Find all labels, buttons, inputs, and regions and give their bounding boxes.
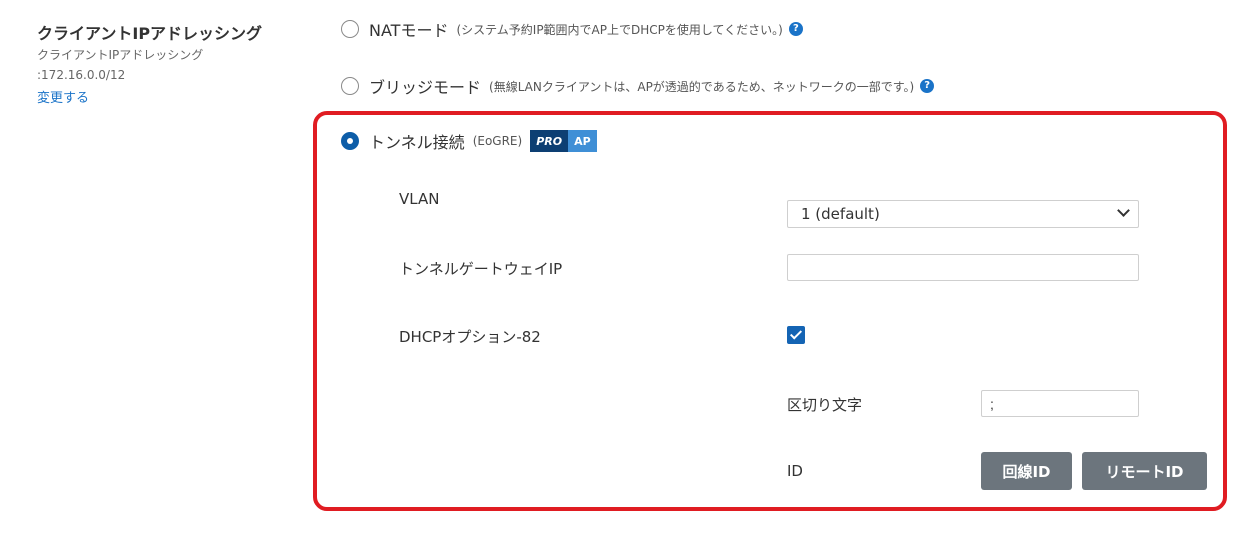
question-circle-icon[interactable]: ? bbox=[920, 79, 935, 93]
badge-ap: AP bbox=[568, 130, 597, 152]
nat-mode-label: NATモード bbox=[369, 21, 449, 40]
nat-mode-option[interactable]: NATモード (システム予約IP範囲内でAP上でDHCPを使用してください。) … bbox=[341, 17, 803, 41]
change-link[interactable]: 変更する bbox=[37, 87, 89, 106]
tunnel-mode-option[interactable]: トンネル接続 (EoGRE) PRO AP bbox=[341, 129, 597, 153]
vlan-label: VLAN bbox=[399, 190, 440, 208]
nat-mode-radio[interactable] bbox=[341, 20, 359, 38]
delimiter-label: 区切り文字 bbox=[787, 396, 863, 414]
bridge-mode-label: ブリッジモード bbox=[369, 78, 482, 97]
vlan-select[interactable]: 1 (default) bbox=[787, 200, 1139, 228]
setting-description-line2: :172.16.0.0/12 bbox=[37, 68, 126, 82]
tunnel-mode-radio[interactable] bbox=[341, 132, 359, 150]
client-ip-settings-panel: クライアントIPアドレッシング クライアントIPアドレッシング :172.16.… bbox=[0, 0, 1258, 535]
id-label: ID bbox=[787, 462, 803, 480]
remote-id-button[interactable]: リモートID bbox=[1082, 452, 1207, 490]
vlan-select-value: 1 (default) bbox=[801, 205, 880, 223]
dhcp-option82-checkbox[interactable] bbox=[787, 326, 805, 344]
circuit-id-button[interactable]: 回線ID bbox=[981, 452, 1072, 490]
bridge-mode-option[interactable]: ブリッジモード (無線LANクライアントは、APが透過的であるため、ネットワーク… bbox=[341, 74, 935, 98]
tunnel-highlight-box bbox=[313, 111, 1227, 511]
question-circle-icon[interactable]: ? bbox=[788, 22, 803, 36]
gateway-ip-label: トンネルゲートウェイIP bbox=[399, 260, 563, 278]
setting-description-line1: クライアントIPアドレッシング bbox=[37, 48, 204, 62]
pro-ap-badge: PRO AP bbox=[530, 130, 597, 152]
badge-pro: PRO bbox=[530, 130, 569, 152]
chevron-down-icon bbox=[1117, 204, 1130, 217]
bridge-mode-note: (無線LANクライアントは、APが透過的であるため、ネットワークの一部です。) bbox=[489, 79, 915, 94]
setting-description: クライアントIPアドレッシング :172.16.0.0/12 bbox=[37, 45, 203, 85]
tunnel-mode-label: トンネル接続 bbox=[369, 133, 465, 152]
gateway-ip-input[interactable] bbox=[787, 254, 1139, 281]
nat-mode-note: (システム予約IP範囲内でAP上でDHCPを使用してください。) bbox=[456, 22, 783, 37]
dhcp-option82-label: DHCPオプション-82 bbox=[399, 328, 541, 346]
setting-title: クライアントIPアドレッシング bbox=[37, 24, 263, 43]
bridge-mode-radio[interactable] bbox=[341, 77, 359, 95]
delimiter-input[interactable] bbox=[981, 390, 1139, 417]
tunnel-mode-note: (EoGRE) bbox=[472, 134, 523, 148]
